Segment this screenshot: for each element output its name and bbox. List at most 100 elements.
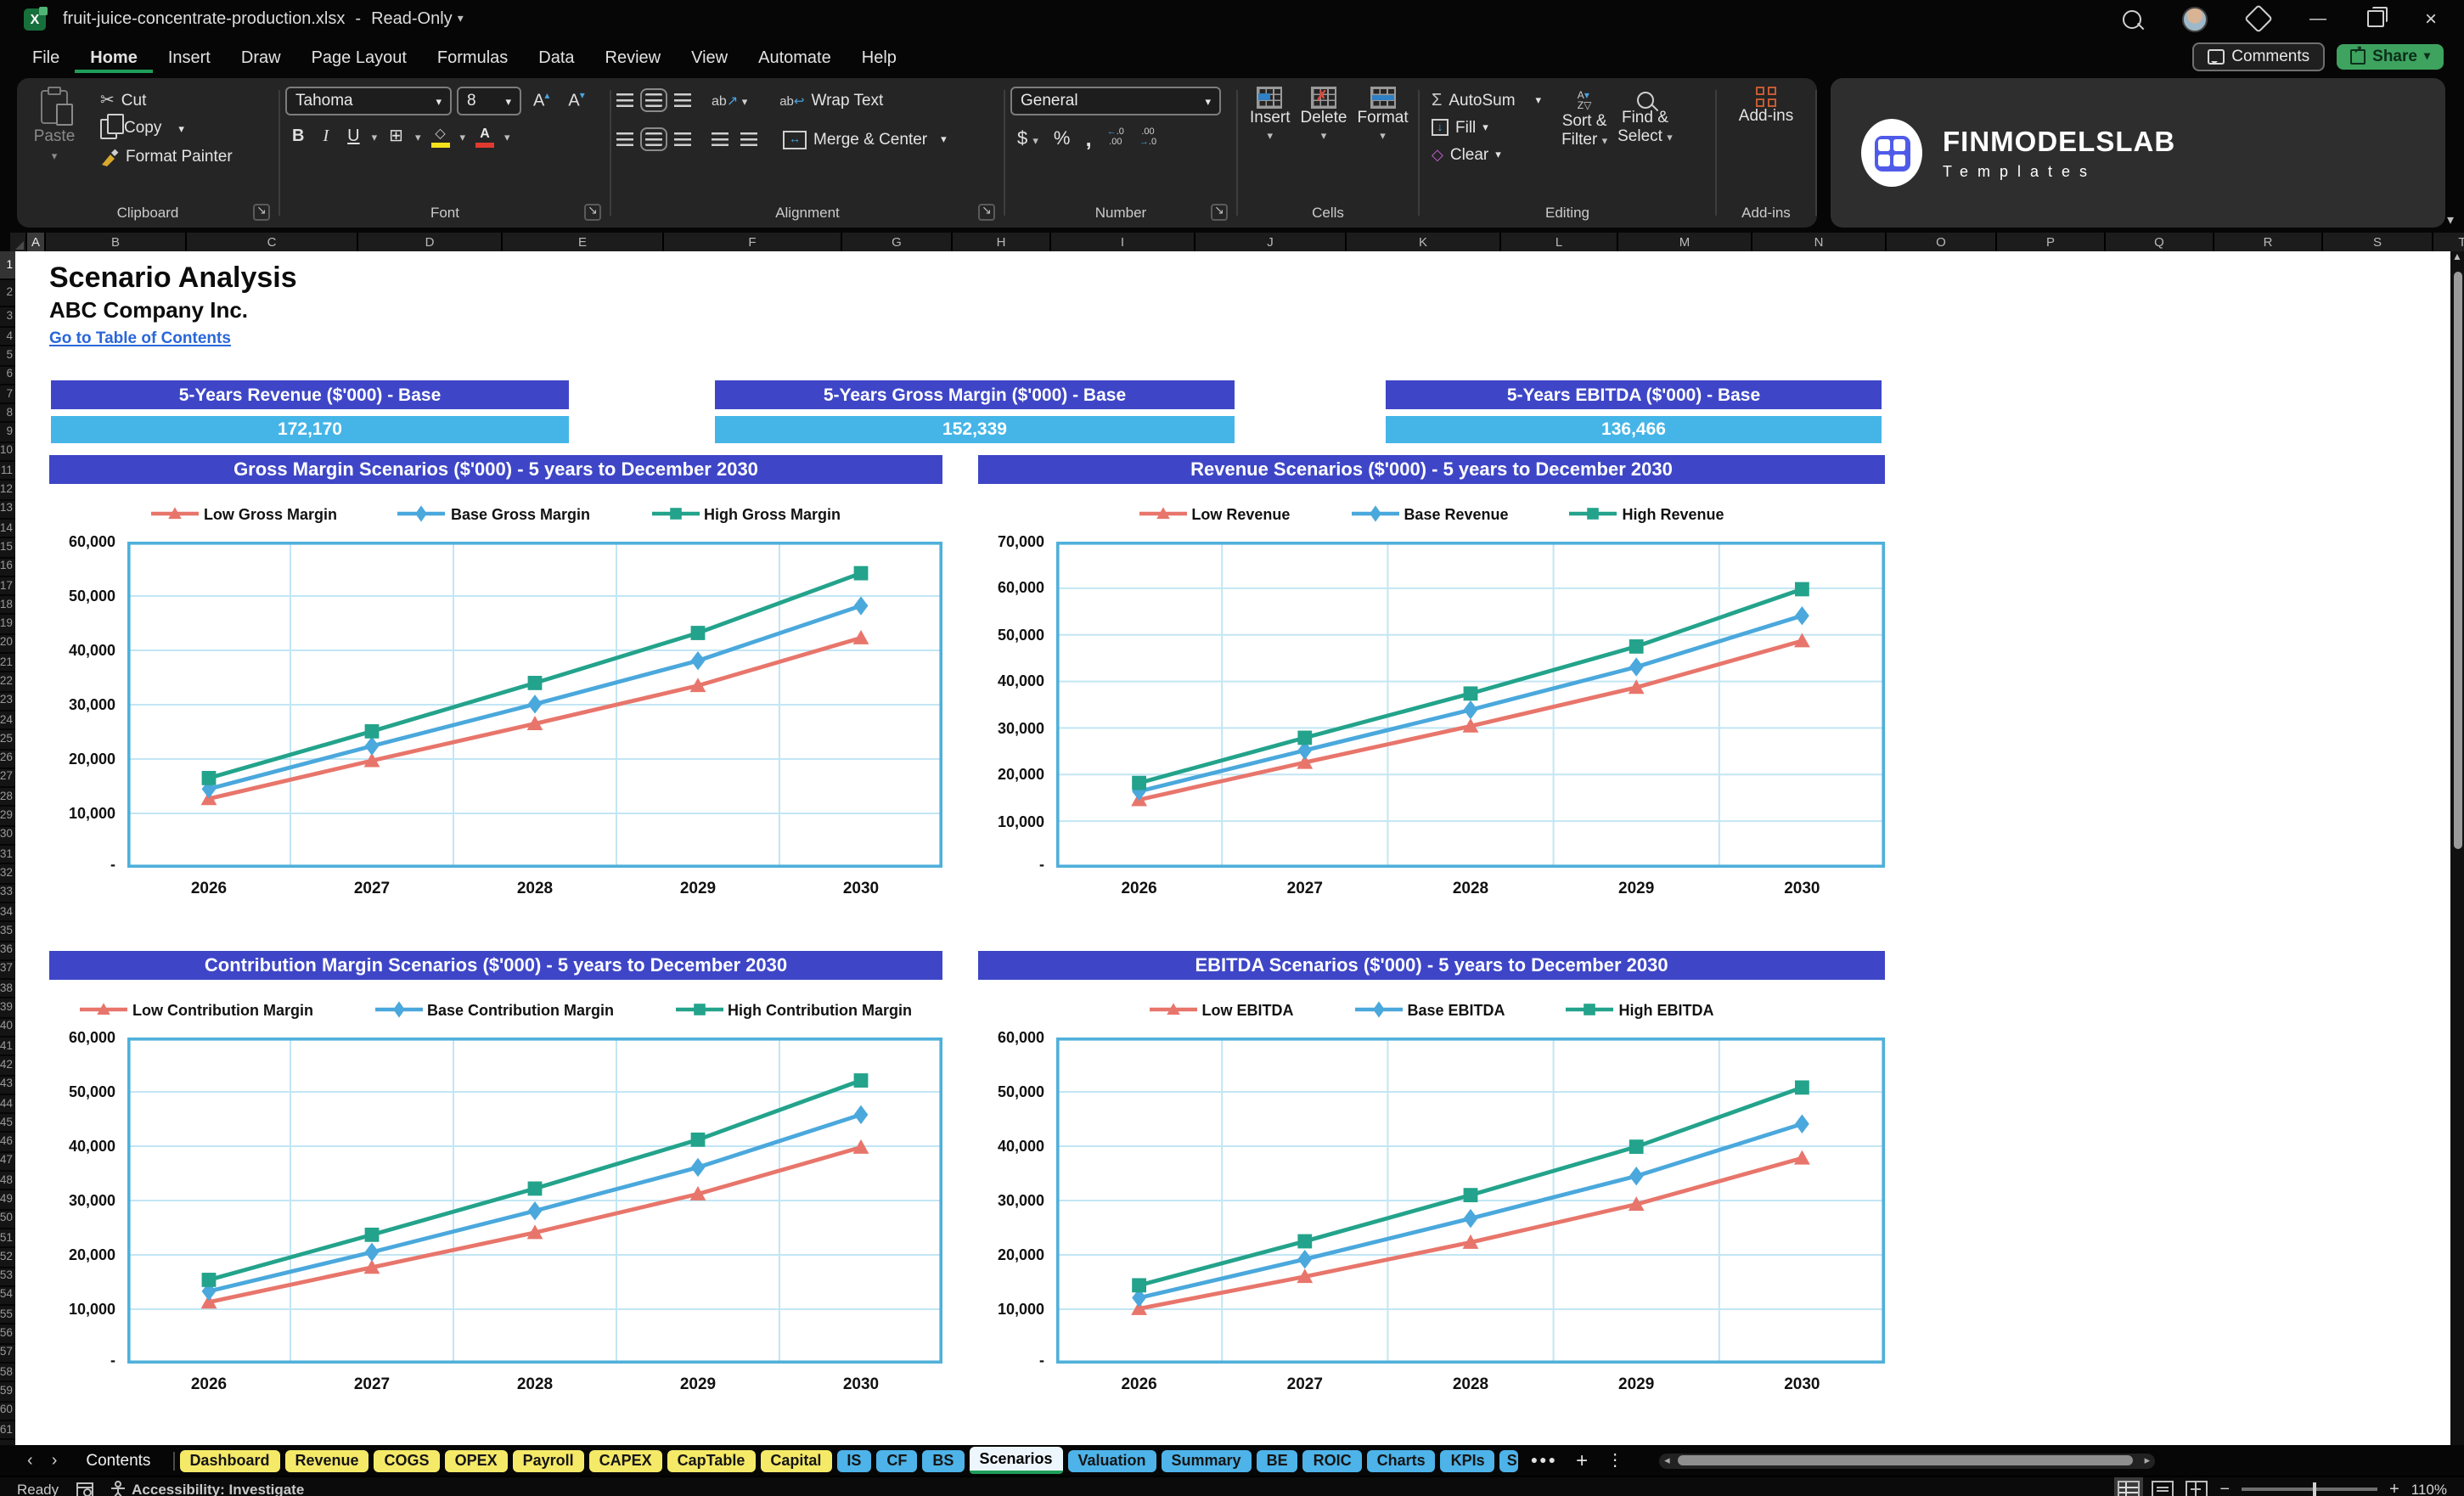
page-break-view-icon[interactable] [2186,1480,2208,1496]
sheet-tab-cogs[interactable]: COGS [374,1449,440,1471]
horizontal-scroll-thumb[interactable] [1678,1455,2134,1465]
number-dialog-launcher[interactable]: ↘ [1211,204,1228,221]
menu-tab-view[interactable]: View [676,42,743,73]
row-header-53[interactable]: 53 [0,1268,15,1287]
alignment-dialog-launcher[interactable]: ↘ [978,204,995,221]
vertical-scroll-thumb[interactable] [2453,272,2461,849]
row-header-41[interactable]: 41 [0,1038,15,1057]
close-button[interactable]: × [2425,7,2437,31]
row-header-5[interactable]: 5 [0,347,15,367]
sheet-tab-revenue[interactable]: Revenue [284,1449,369,1471]
format-cells-button[interactable]: Format ▾ [1357,87,1409,146]
share-button[interactable]: Share ▾ [2337,43,2444,69]
row-header-1[interactable]: 1 [0,251,15,280]
sheet-tab-opex[interactable]: OPEX [444,1449,508,1471]
accessibility-status[interactable]: Accessibility: Investigate [132,1481,304,1496]
menu-tab-automate[interactable]: Automate [743,42,847,73]
column-header-A[interactable]: A [27,233,46,251]
menu-tab-page-layout[interactable]: Page Layout [296,42,422,73]
row-header-20[interactable]: 20 [0,635,15,655]
column-header-I[interactable]: I [1051,233,1195,251]
sheet-tab-s[interactable]: S [1499,1449,1519,1471]
column-header-O[interactable]: O [1887,233,1997,251]
gem-icon[interactable] [2243,4,2273,33]
sheet-tab-scenarios[interactable]: Scenarios [969,1447,1063,1474]
comma-style-button[interactable]: , [1085,126,1091,151]
column-header-T[interactable]: T [2433,233,2464,251]
accessibility-icon[interactable] [110,1481,125,1496]
kpi-value-1[interactable]: 152,339 [715,416,1235,443]
row-header-4[interactable]: 4 [0,328,15,347]
underline-dropdown[interactable]: ▾ [372,130,378,143]
worksheet[interactable]: Scenario Analysis ABC Company Inc. Go to… [15,251,2450,1445]
minimize-button[interactable]: — [2309,9,2326,28]
chart-gross-margin-scenarios[interactable]: Gross Margin Scenarios ($'000) - 5 years… [49,455,943,898]
menu-tab-file[interactable]: File [17,42,75,73]
row-header-34[interactable]: 34 [0,903,15,923]
sort-filter-button[interactable]: A▾ Z▽ Sort & Filter ▾ [1561,92,1607,151]
accounting-format-button[interactable]: $ ▾ [1017,128,1038,149]
row-header-18[interactable]: 18 [0,596,15,616]
row-header-60[interactable]: 60 [0,1402,15,1421]
increase-indent-icon[interactable] [740,132,757,146]
row-header-28[interactable]: 28 [0,788,15,807]
font-dialog-launcher[interactable]: ↘ [584,204,601,221]
sheet-tab-kpis[interactable]: KPIs [1440,1449,1495,1471]
align-right-icon[interactable] [674,132,691,146]
row-header-52[interactable]: 52 [0,1249,15,1268]
chart-contribution-margin-scenarios[interactable]: Contribution Margin Scenarios ($'000) - … [49,951,943,1394]
fill-button[interactable]: ↓ Fill ▾ [1425,114,1548,141]
row-header-56[interactable]: 56 [0,1325,15,1345]
shrink-font-button[interactable]: A▾ [561,89,591,114]
normal-view-icon[interactable] [2114,1476,2144,1496]
column-header-N[interactable]: N [1752,233,1887,251]
row-header-7[interactable]: 7 [0,385,15,405]
scroll-left-icon[interactable]: ◂ [1664,1453,1670,1468]
paste-button[interactable]: Paste ▾ [22,87,87,163]
align-left-icon[interactable] [616,132,633,146]
column-header-P[interactable]: P [1997,233,2106,251]
increase-decimal-button[interactable]: ←.0.00 [1107,128,1124,148]
kpi-value-0[interactable]: 172,170 [51,416,569,443]
underline-button[interactable]: U [340,126,366,148]
sheet-tab-capex[interactable]: CAPEX [588,1449,662,1471]
borders-dropdown[interactable]: ▾ [415,130,421,143]
row-header-50[interactable]: 50 [0,1210,15,1229]
cut-button[interactable]: ✂ Cut [93,87,239,114]
percent-style-button[interactable]: % [1054,128,1071,149]
delete-cells-button[interactable]: ✗ Delete ▾ [1301,87,1347,146]
column-header-M[interactable]: M [1618,233,1752,251]
vertical-scrollbar[interactable]: ▲ [2450,251,2464,1445]
row-header-3[interactable]: 3 [0,307,15,328]
kpi-header-2[interactable]: 5-Years EBITDA ($'000) - Base [1386,380,1882,409]
zoom-in-button[interactable]: + [2389,1480,2399,1496]
new-sheet-button[interactable]: + [1569,1448,1595,1472]
menu-tab-home[interactable]: Home [75,42,153,73]
sheet-tab-is[interactable]: IS [836,1449,872,1471]
grow-font-button[interactable]: A▴ [526,89,556,114]
row-header-49[interactable]: 49 [0,1191,15,1211]
row-header-17[interactable]: 17 [0,577,15,597]
chart-ebitda-scenarios[interactable]: EBITDA Scenarios ($'000) - 5 years to De… [978,951,1886,1394]
clipboard-dialog-launcher[interactable]: ↘ [253,204,270,221]
sheet-nav-prev-icon[interactable]: ‹ [20,1451,40,1470]
row-header-47[interactable]: 47 [0,1153,15,1173]
read-only-badge[interactable]: Read-Only [371,9,453,28]
column-header-S[interactable]: S [2323,233,2433,251]
kpi-header-0[interactable]: 5-Years Revenue ($'000) - Base [51,380,569,409]
zoom-level[interactable]: 110% [2411,1481,2447,1496]
top-align-icon[interactable] [616,93,633,107]
row-header-37[interactable]: 37 [0,961,15,981]
sheet-options-icon[interactable]: ⋮ [1600,1451,1630,1470]
menu-tab-review[interactable]: Review [590,42,677,73]
find-select-button[interactable]: Find & Select ▾ [1617,92,1673,148]
row-header-23[interactable]: 23 [0,692,15,711]
sheet-tab-roic[interactable]: ROIC [1302,1449,1362,1471]
column-header-D[interactable]: D [358,233,503,251]
row-header-46[interactable]: 46 [0,1133,15,1153]
row-header-36[interactable]: 36 [0,942,15,961]
row-header-14[interactable]: 14 [0,520,15,539]
row-header-10[interactable]: 10 [0,443,15,463]
borders-button[interactable]: ⊞ [382,126,410,148]
row-header-26[interactable]: 26 [0,750,15,769]
